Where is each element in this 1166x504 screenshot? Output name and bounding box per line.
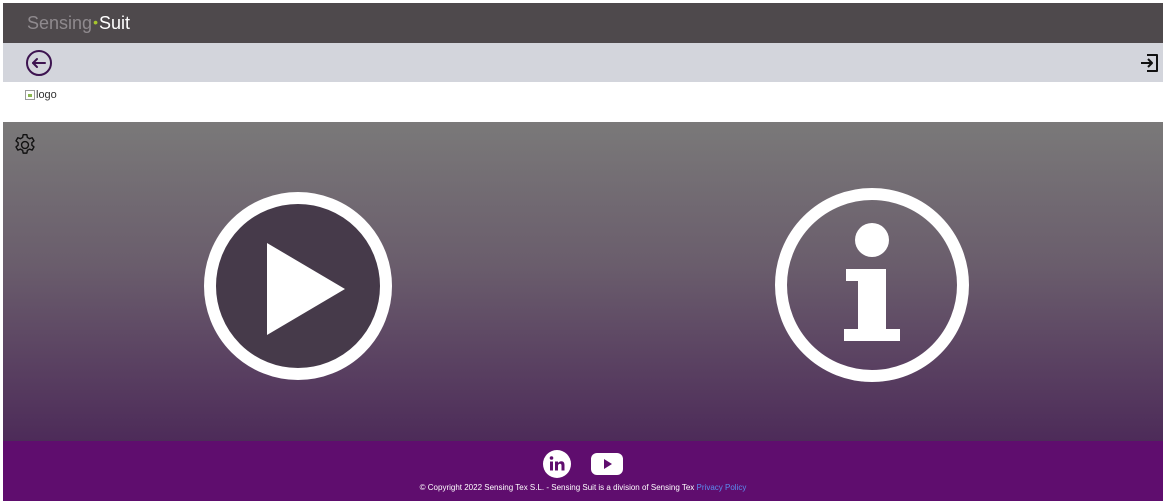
footer: © Copyright 2022 Sensing Tex S.L. - Sens… (3, 441, 1163, 501)
logout-icon (1141, 54, 1158, 72)
youtube-icon (591, 452, 623, 475)
play-circle-icon (204, 192, 392, 380)
top-bar: Sensing•Suit (3, 3, 1163, 43)
logo-row: logo (3, 82, 1163, 122)
copyright-text: © Copyright 2022 Sensing Tex S.L. - Sens… (419, 483, 695, 492)
brand-text-suit: Suit (98, 13, 130, 33)
gear-icon (15, 134, 35, 154)
play-button[interactable] (203, 191, 393, 381)
back-button[interactable] (25, 49, 53, 77)
logout-button[interactable] (1139, 52, 1161, 74)
arrow-left-circle-icon (26, 50, 52, 76)
main-panel (3, 122, 1163, 441)
app-frame: Sensing•Suit logo © Copyright 2022 Sensi… (3, 3, 1163, 501)
info-button[interactable] (772, 185, 972, 385)
settings-button[interactable] (12, 132, 38, 158)
logo-image: logo (25, 89, 57, 101)
social-links (3, 449, 1163, 483)
copyright-line: © Copyright 2022 Sensing Tex S.L. - Sens… (3, 483, 1163, 492)
youtube-button[interactable] (591, 452, 623, 480)
linkedin-icon (543, 449, 571, 478)
brand-text-sensing: Sensing (27, 13, 93, 33)
broken-image-icon (25, 90, 35, 100)
nav-bar (3, 43, 1163, 82)
logo-alt-text: logo (36, 89, 57, 101)
info-circle-icon (775, 188, 969, 382)
privacy-policy-link[interactable]: Privacy Policy (697, 483, 747, 492)
brand-logo: Sensing•Suit (27, 12, 130, 35)
brand-dot: • (93, 14, 98, 30)
linkedin-button[interactable] (543, 449, 571, 483)
